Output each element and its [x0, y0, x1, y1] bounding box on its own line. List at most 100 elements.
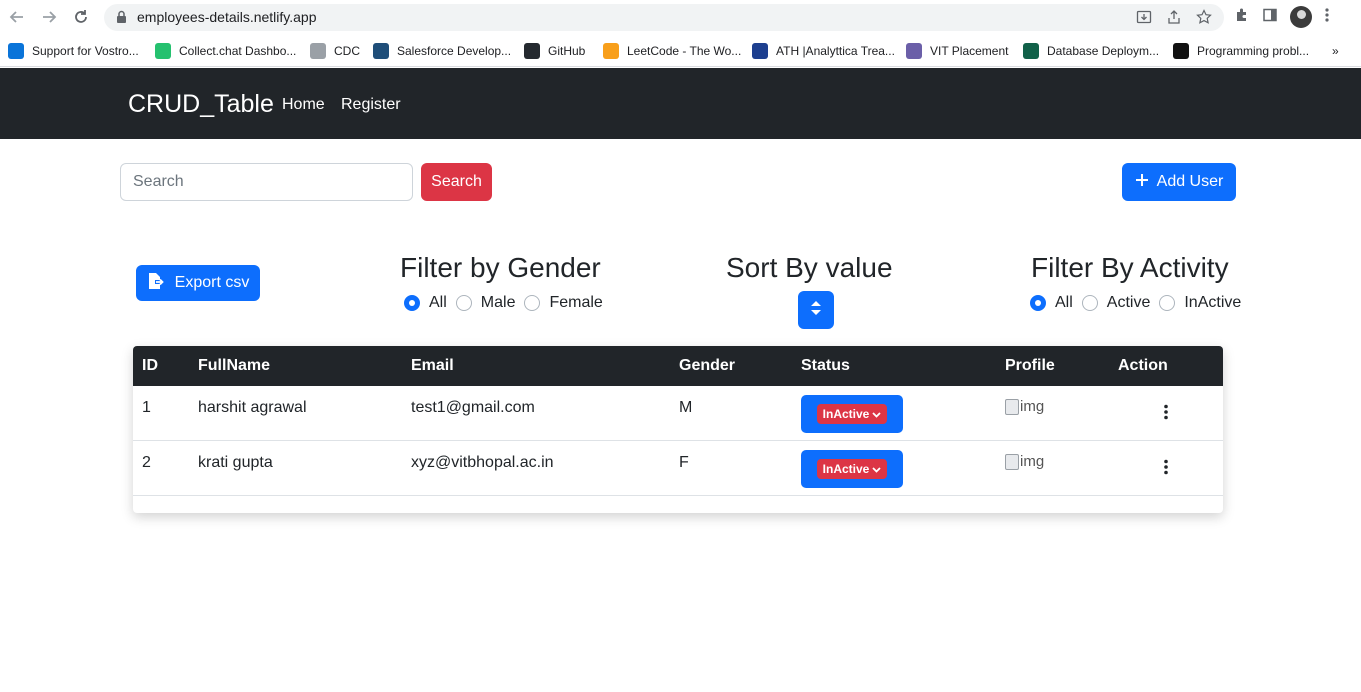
- radio-checked-icon[interactable]: [1030, 295, 1046, 311]
- bookmarks-overflow-button[interactable]: »: [1332, 41, 1339, 61]
- status-label: InActive: [822, 407, 870, 421]
- activity-option-active[interactable]: Active: [1081, 294, 1151, 312]
- bookmark-label: Database Deploym...: [1047, 44, 1160, 58]
- activity-filter-title: Filter By Activity: [1031, 252, 1229, 283]
- cell-fullname: krati gupta: [198, 454, 273, 471]
- bookmark-item[interactable]: Salesforce Develop...: [373, 41, 511, 61]
- cell-gender: F: [679, 454, 689, 471]
- forward-icon[interactable]: [38, 6, 60, 28]
- radio-icon[interactable]: [524, 295, 541, 311]
- bookmark-favicon-icon: [8, 43, 24, 59]
- export-csv-button[interactable]: Export csv: [136, 265, 260, 301]
- status-dropdown-button[interactable]: InActive: [801, 395, 903, 433]
- sort-button[interactable]: [798, 291, 834, 329]
- extensions-icon[interactable]: [1234, 7, 1250, 28]
- add-user-label: Add User: [1156, 173, 1224, 190]
- header-status: Status: [801, 357, 850, 374]
- gender-option-female[interactable]: Female: [524, 294, 603, 312]
- back-icon[interactable]: [6, 6, 28, 28]
- header-email: Email: [411, 357, 454, 374]
- radio-icon[interactable]: [1159, 295, 1176, 311]
- search-button[interactable]: Search: [421, 163, 492, 201]
- bookmark-label: VIT Placement: [930, 44, 1009, 58]
- profile-image: img: [1005, 453, 1044, 470]
- activity-option-inactive[interactable]: InActive: [1159, 294, 1241, 312]
- more-actions-icon[interactable]: [1163, 404, 1169, 422]
- star-icon[interactable]: [1196, 9, 1212, 30]
- users-table: ID FullName Email Gender Status Profile …: [133, 346, 1223, 513]
- profile-image: img: [1005, 398, 1044, 415]
- search-input[interactable]: [120, 163, 413, 201]
- side-panel-icon[interactable]: [1262, 7, 1278, 28]
- sort-title: Sort By value: [726, 252, 893, 283]
- activity-option-label: Active: [1106, 294, 1151, 311]
- url-text: employees-details.netlify.app: [137, 9, 317, 25]
- bookmark-item[interactable]: Database Deploym...: [1023, 41, 1159, 61]
- status-badge[interactable]: InActive: [816, 459, 888, 479]
- profile-alt-text: img: [1020, 398, 1045, 415]
- header-action: Action: [1118, 357, 1168, 374]
- nav-link-home[interactable]: Home: [282, 96, 325, 114]
- bookmark-label: Support for Vostro...: [32, 44, 139, 58]
- activity-option-all[interactable]: All: [1030, 294, 1073, 312]
- bookmark-label: Programming probl...: [1197, 44, 1310, 58]
- bookmark-item[interactable]: GitHub: [524, 41, 585, 61]
- gender-option-all[interactable]: All: [404, 294, 447, 312]
- broken-image-icon: [1005, 398, 1019, 415]
- profile-avatar[interactable]: [1290, 6, 1312, 28]
- bookmark-favicon-icon: [603, 43, 619, 59]
- cell-fullname: harshit agrawal: [198, 399, 307, 416]
- bookmark-item[interactable]: CDC: [310, 41, 360, 61]
- file-export-icon: [147, 272, 165, 295]
- activity-filter-options: All Active InActive: [1030, 294, 1250, 312]
- lock-icon: [116, 10, 127, 29]
- cell-email: test1@gmail.com: [411, 399, 535, 416]
- header-profile: Profile: [1005, 357, 1055, 374]
- bookmarks-bar: Support for Vostro... Collect.chat Dashbo…: [0, 36, 1361, 67]
- activity-option-label: InActive: [1184, 294, 1242, 311]
- bookmark-item[interactable]: VIT Placement: [906, 41, 1008, 61]
- bookmark-item[interactable]: ATH |Analyttica Trea...: [752, 41, 895, 61]
- chevron-down-icon: [872, 462, 881, 476]
- more-actions-icon[interactable]: [1163, 459, 1169, 477]
- chevron-down-icon: [872, 407, 881, 421]
- status-label: InActive: [822, 462, 870, 476]
- status-dropdown-button[interactable]: InActive: [801, 450, 903, 488]
- gender-option-label: Female: [549, 294, 603, 311]
- header-gender: Gender: [679, 357, 736, 374]
- bookmark-label: ATH |Analyttica Trea...: [776, 44, 895, 58]
- export-csv-label: Export csv: [174, 274, 250, 291]
- bookmark-favicon-icon: [373, 43, 389, 59]
- bookmark-label: Collect.chat Dashbo...: [179, 44, 297, 58]
- add-user-button[interactable]: Add User: [1122, 163, 1236, 201]
- plus-icon: [1135, 173, 1149, 192]
- bookmark-label: GitHub: [548, 44, 586, 58]
- share-icon[interactable]: [1166, 9, 1182, 30]
- radio-icon[interactable]: [1081, 295, 1098, 311]
- bookmark-item[interactable]: LeetCode - The Wo...: [603, 41, 741, 61]
- reload-icon[interactable]: [70, 6, 92, 28]
- brand-logo[interactable]: CRUD_Table: [128, 90, 274, 119]
- bookmark-item[interactable]: Programming probl...: [1173, 41, 1309, 61]
- status-badge[interactable]: InActive: [816, 404, 888, 424]
- install-icon[interactable]: [1136, 9, 1152, 30]
- table-header: ID FullName Email Gender Status Profile …: [133, 346, 1223, 386]
- nav-link-register[interactable]: Register: [341, 96, 401, 114]
- address-bar[interactable]: employees-details.netlify.app: [104, 4, 1224, 31]
- browser-toolbar: employees-details.netlify.app: [0, 0, 1361, 36]
- cell-email: xyz@vitbhopal.ac.in: [411, 454, 554, 471]
- bookmark-item[interactable]: Collect.chat Dashbo...: [155, 41, 296, 61]
- radio-checked-icon[interactable]: [404, 295, 420, 311]
- menu-icon[interactable]: [1324, 7, 1330, 28]
- broken-image-icon: [1005, 453, 1019, 470]
- gender-option-male[interactable]: Male: [455, 294, 516, 312]
- bookmark-item[interactable]: Support for Vostro...: [8, 41, 139, 61]
- gender-filter-title: Filter by Gender: [400, 252, 601, 283]
- radio-icon[interactable]: [455, 295, 472, 311]
- header-id: ID: [142, 357, 158, 374]
- table-row: 1 harshit agrawal test1@gmail.com M InAc…: [133, 386, 1223, 441]
- sort-icon: [810, 299, 822, 322]
- search-button-label: Search: [431, 173, 482, 190]
- gender-option-label: Male: [480, 294, 516, 311]
- activity-option-label: All: [1055, 294, 1073, 311]
